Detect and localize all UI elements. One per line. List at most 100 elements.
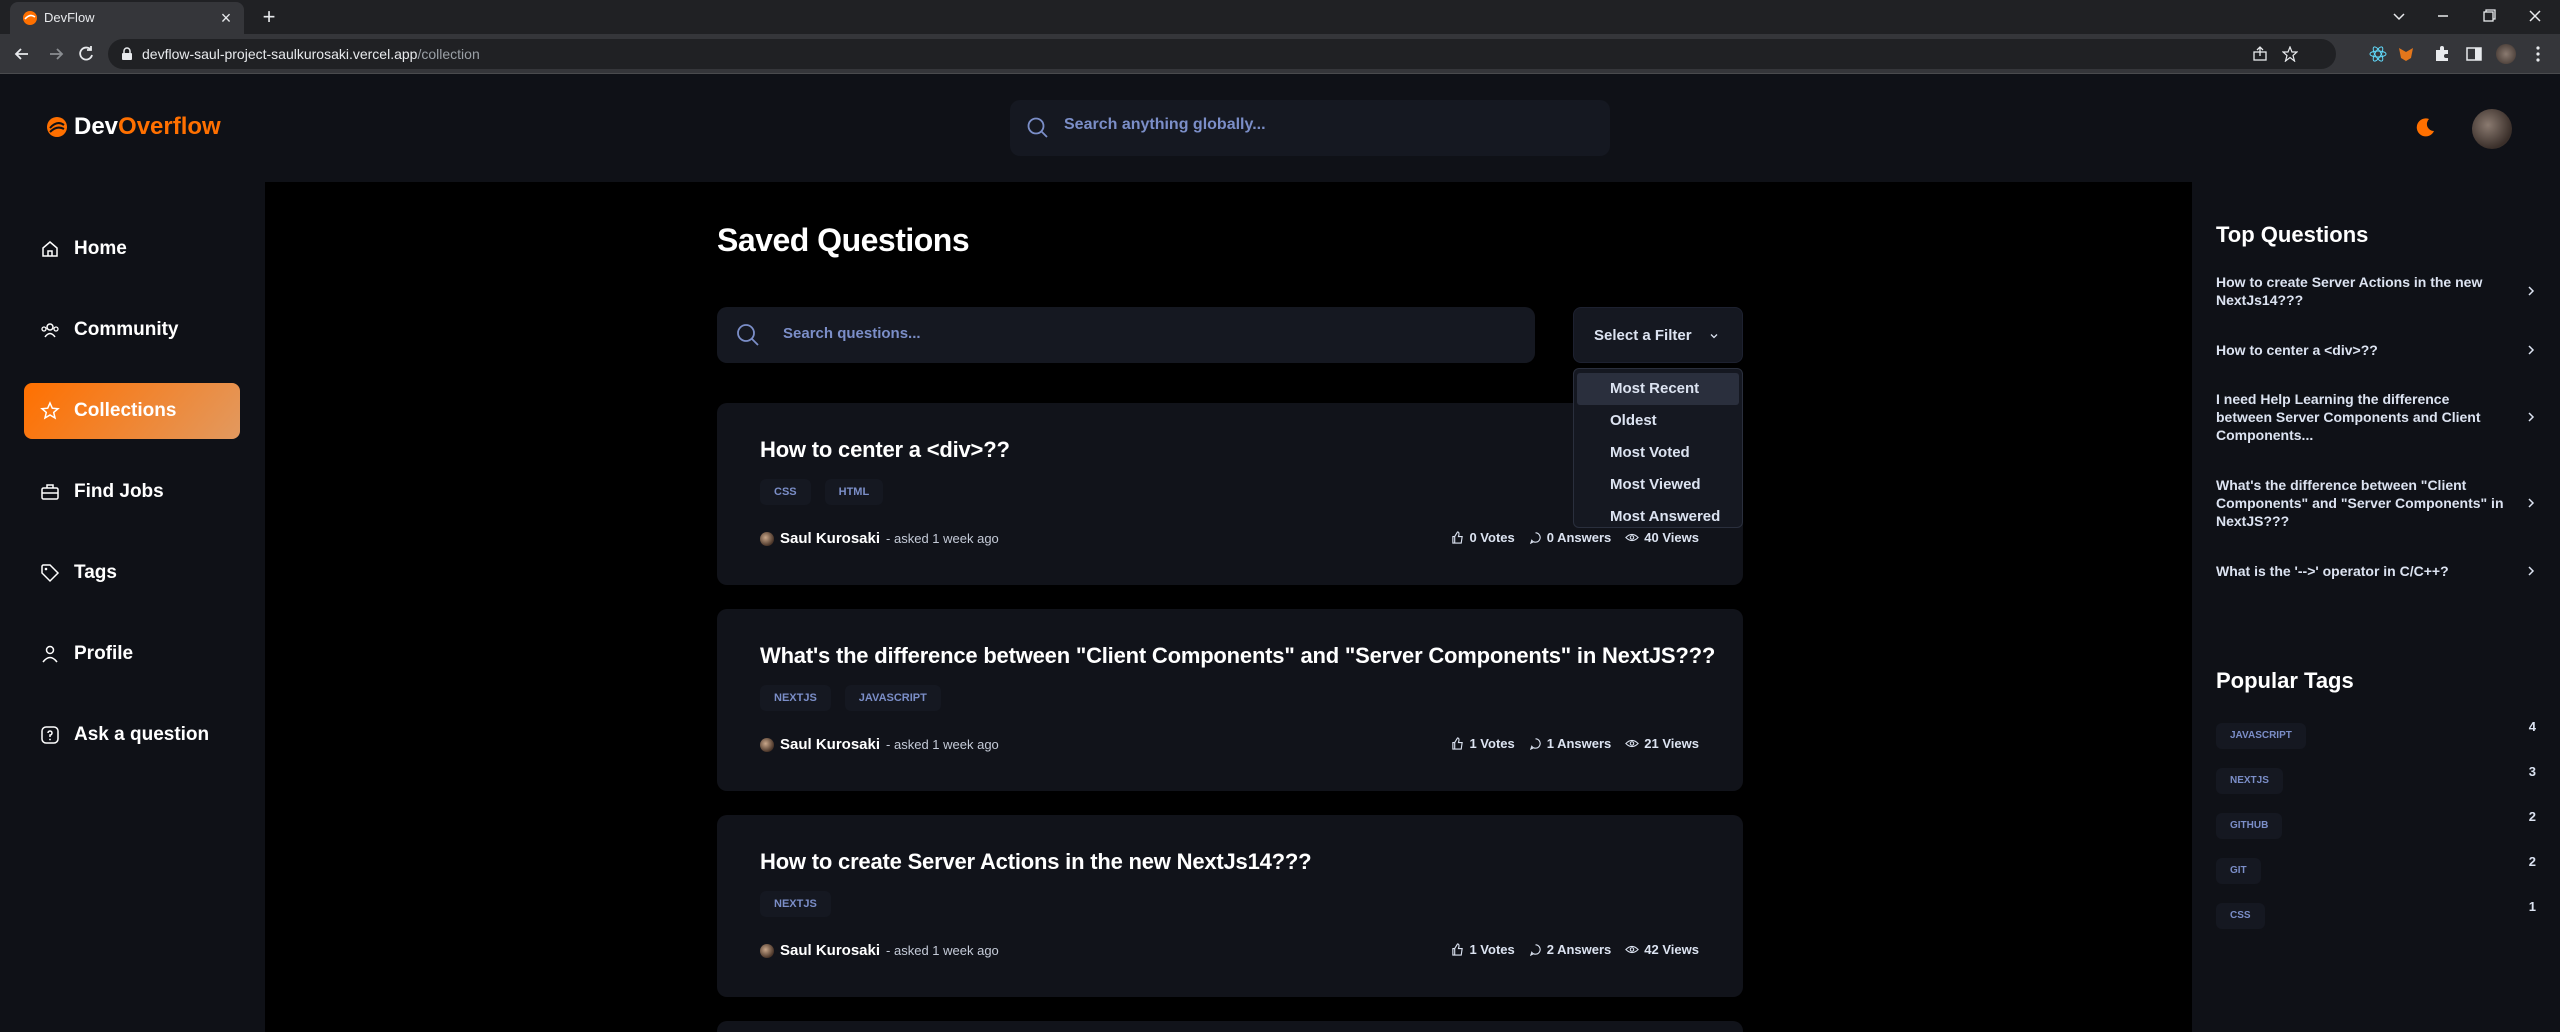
new-tab-icon[interactable]: + <box>256 4 282 30</box>
top-question-item[interactable]: What is the '-->' operator in C/C++? <box>2216 562 2536 580</box>
popular-tag-item[interactable]: NEXTJS 3 <box>2216 764 2536 794</box>
address-bar[interactable]: devflow-saul-project-saulkurosaki.vercel… <box>108 39 2336 69</box>
filter-option-oldest[interactable]: Oldest <box>1577 405 1739 437</box>
bookmark-star-icon[interactable] <box>2282 46 2298 62</box>
search-icon <box>1027 117 1048 138</box>
main-content: Saved Questions Select a Filter Most Rec… <box>265 182 2192 1032</box>
like-icon <box>1452 737 1464 750</box>
sidebar-item-label: Tags <box>74 562 117 583</box>
popular-tag-count: 3 <box>2528 764 2536 779</box>
question-tag[interactable]: JAVASCRIPT <box>844 685 941 711</box>
question-title[interactable]: What's the difference between "Client Co… <box>760 643 1715 669</box>
question-title[interactable]: How to center a <div>?? <box>760 437 1010 463</box>
popular-tag[interactable]: GITHUB <box>2216 813 2283 839</box>
popular-tag-count: 1 <box>2528 899 2536 914</box>
sidebar-item-community[interactable]: Community <box>24 302 240 358</box>
side-panel-icon[interactable] <box>2464 44 2484 64</box>
chevron-right-icon <box>2528 566 2535 576</box>
page-title: Saved Questions <box>717 222 970 258</box>
user-avatar[interactable] <box>2472 109 2512 149</box>
question-title[interactable]: How to create Server Actions in the new … <box>760 849 1312 875</box>
filter-option-most-voted[interactable]: Most Voted <box>1577 437 1739 469</box>
forward-icon[interactable] <box>46 44 66 64</box>
global-search-input[interactable] <box>1064 116 1584 134</box>
popular-tag[interactable]: GIT <box>2216 858 2261 884</box>
sidebar-item-label: Ask a question <box>74 724 210 745</box>
tab-close-icon[interactable]: × <box>216 8 236 28</box>
close-window-icon[interactable] <box>2520 4 2550 28</box>
tag-icon <box>41 564 60 583</box>
author-name[interactable]: Saul Kurosaki <box>780 942 880 959</box>
restore-icon[interactable] <box>2474 4 2504 28</box>
sidebar-item-profile[interactable]: Profile <box>24 626 240 682</box>
message-icon <box>1529 738 1541 750</box>
sidebar-item-label: Collections <box>74 400 177 421</box>
back-icon[interactable] <box>12 44 32 64</box>
sidebar-item-home[interactable]: Home <box>24 221 240 277</box>
user-icon <box>42 645 58 663</box>
question-tag[interactable]: NEXTJS <box>760 685 831 711</box>
asked-time: - asked 1 week ago <box>886 943 999 958</box>
reload-icon[interactable] <box>76 44 96 64</box>
browser-menu-icon[interactable] <box>2528 44 2548 64</box>
popular-tag[interactable]: JAVASCRIPT <box>2216 723 2306 749</box>
author-name[interactable]: Saul Kurosaki <box>780 736 880 753</box>
question-tag[interactable]: NEXTJS <box>760 891 831 917</box>
asked-time: - asked 1 week ago <box>886 737 999 752</box>
question-tag[interactable]: HTML <box>824 479 884 505</box>
asked-time: - asked 1 week ago <box>886 531 999 546</box>
filter-option-most-answered[interactable]: Most Answered <box>1577 501 1739 533</box>
users-icon <box>41 323 59 338</box>
votes-count: 1 Votes <box>1469 942 1515 957</box>
tab-search-icon[interactable] <box>2384 4 2414 28</box>
site-logo[interactable]: DevOverflow <box>46 113 221 141</box>
sidebar-item-ask-question[interactable]: Ask a question <box>24 707 240 763</box>
author-avatar <box>760 943 774 958</box>
question-search-input[interactable] <box>783 325 1483 342</box>
popular-tag-item[interactable]: GITHUB 2 <box>2216 809 2536 839</box>
popular-tag[interactable]: CSS <box>2216 903 2265 929</box>
question-search <box>717 307 1535 363</box>
sidebar-item-find-jobs[interactable]: Find Jobs <box>24 464 240 520</box>
browser-tab[interactable]: DevFlow × <box>10 2 244 34</box>
top-question-item[interactable]: How to create Server Actions in the new … <box>2216 273 2536 309</box>
popular-tag-count: 4 <box>2528 719 2536 734</box>
author-name[interactable]: Saul Kurosaki <box>780 530 880 547</box>
filter-select-label: Select a Filter <box>1594 327 1692 344</box>
filter-option-most-recent[interactable]: Most Recent <box>1577 373 1739 405</box>
message-icon <box>1529 532 1541 544</box>
search-icon <box>737 324 759 346</box>
popular-tag-count: 2 <box>2528 854 2536 869</box>
top-question-item[interactable]: I need Help Learning the difference betw… <box>2216 390 2536 444</box>
metamask-icon[interactable] <box>2396 44 2416 64</box>
right-sidebar: Top Questions How to create Server Actio… <box>2192 182 2560 1032</box>
popular-tag-item[interactable]: GIT 2 <box>2216 854 2536 884</box>
moon-icon[interactable] <box>2412 115 2438 141</box>
sidebar-item-label: Home <box>74 238 127 259</box>
sidebar-item-label: Profile <box>74 643 134 664</box>
top-question-item[interactable]: How to center a <div>?? <box>2216 341 2536 359</box>
filter-select[interactable]: Select a Filter <box>1573 307 1743 363</box>
left-sidebar: Home Community Collections Find Jobs Tag… <box>0 182 265 1032</box>
share-icon[interactable] <box>2252 46 2268 62</box>
filter-dropdown: Most Recent Oldest Most Voted Most Viewe… <box>1573 368 1743 528</box>
lock-icon[interactable] <box>120 47 134 61</box>
like-icon <box>1452 531 1464 544</box>
question-tag[interactable]: CSS <box>760 479 811 505</box>
answers-count: 2 Answers <box>1546 942 1612 957</box>
views-count: 42 Views <box>1644 942 1699 957</box>
browser-profile-avatar[interactable] <box>2496 44 2516 64</box>
filter-option-most-viewed[interactable]: Most Viewed <box>1577 469 1739 501</box>
extensions-puzzle-icon[interactable] <box>2432 44 2452 64</box>
sidebar-item-tags[interactable]: Tags <box>24 545 240 601</box>
popular-tag[interactable]: NEXTJS <box>2216 768 2283 794</box>
popular-tag-item[interactable]: JAVASCRIPT 4 <box>2216 719 2536 749</box>
sidebar-item-collections[interactable]: Collections <box>24 383 240 439</box>
top-question-item[interactable]: What's the difference between "Client Co… <box>2216 476 2536 530</box>
react-devtools-icon[interactable] <box>2368 44 2388 64</box>
minimize-icon[interactable] <box>2428 4 2458 28</box>
eye-icon <box>1625 739 1640 748</box>
views-count: 21 Views <box>1644 736 1699 751</box>
popular-tag-item[interactable]: CSS 1 <box>2216 899 2536 929</box>
question-card: How to create Server Actions in the new … <box>717 815 1743 997</box>
